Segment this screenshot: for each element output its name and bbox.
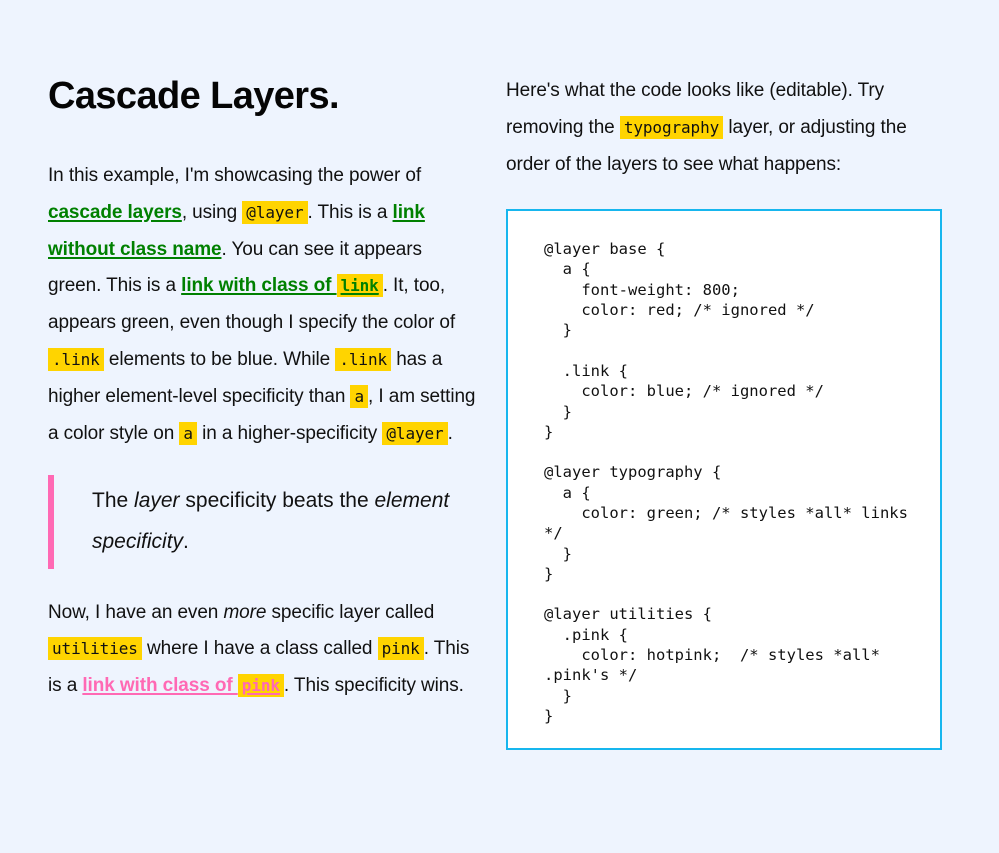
text-fragment: . bbox=[447, 422, 453, 444]
emphasis-layer: layer bbox=[134, 488, 180, 512]
code-chip-atlayer-2: @layer bbox=[382, 421, 448, 445]
text-fragment: , using bbox=[181, 201, 243, 223]
pullquote: The layer specificity beats the element … bbox=[48, 474, 480, 569]
editable-code-card[interactable]: @layer base { a { font-weight: 800; colo… bbox=[506, 209, 942, 751]
text-fragment: . bbox=[183, 529, 189, 553]
text-fragment: Now, I have an even bbox=[48, 601, 224, 623]
text-fragment: . This is a bbox=[307, 201, 393, 223]
page-title: Cascade Layers. bbox=[48, 75, 340, 117]
code-chip-a-1: a bbox=[350, 384, 369, 408]
link-label: link with class of bbox=[82, 675, 238, 697]
code-chip-atlayer: @layer bbox=[242, 200, 308, 224]
text-fragment: specific layer called bbox=[266, 601, 435, 623]
code-chip-utilities: utilities bbox=[48, 637, 142, 661]
link-cascade-layers[interactable]: cascade layers bbox=[48, 202, 182, 223]
intro-paragraph: In this example, I'm showcasing the powe… bbox=[48, 158, 480, 453]
link-with-class-of-link[interactable]: link with class of link bbox=[181, 274, 383, 298]
text-fragment: The bbox=[92, 488, 135, 512]
code-chip-typography: typography bbox=[619, 116, 724, 140]
article-column: Cascade Layers. In this example, I'm sho… bbox=[48, 62, 480, 853]
text-fragment: specificity beats the bbox=[179, 488, 375, 512]
css-code-block[interactable]: @layer base { a { font-weight: 800; colo… bbox=[544, 239, 916, 726]
code-chip-pink-link: pink bbox=[237, 674, 284, 698]
code-chip-a-2: a bbox=[179, 421, 197, 445]
emphasis-more: more bbox=[223, 601, 267, 623]
code-chip-dotlink-1: .link bbox=[48, 348, 104, 372]
code-chip-link-class: link bbox=[336, 274, 383, 298]
text-fragment: In this example, I'm showcasing the powe… bbox=[48, 164, 422, 186]
code-chip-pink: pink bbox=[377, 637, 424, 661]
text-fragment: . This specificity wins. bbox=[283, 675, 464, 697]
text-fragment: in a higher-specificity bbox=[196, 422, 383, 444]
link-label: link with class of bbox=[181, 275, 337, 297]
code-chip-dotlink-2: .link bbox=[335, 348, 392, 372]
code-column: Here's what the code looks like (editabl… bbox=[506, 62, 946, 853]
page-root: Cascade Layers. In this example, I'm sho… bbox=[0, 0, 999, 853]
text-fragment: elements to be blue. While bbox=[103, 349, 336, 371]
link-with-class-of-pink[interactable]: link with class of pink bbox=[82, 674, 284, 698]
utilities-paragraph: Now, I have an even more specific layer … bbox=[48, 595, 480, 706]
text-fragment: where I have a class called bbox=[141, 638, 378, 660]
code-intro-paragraph: Here's what the code looks like (editabl… bbox=[506, 72, 946, 183]
